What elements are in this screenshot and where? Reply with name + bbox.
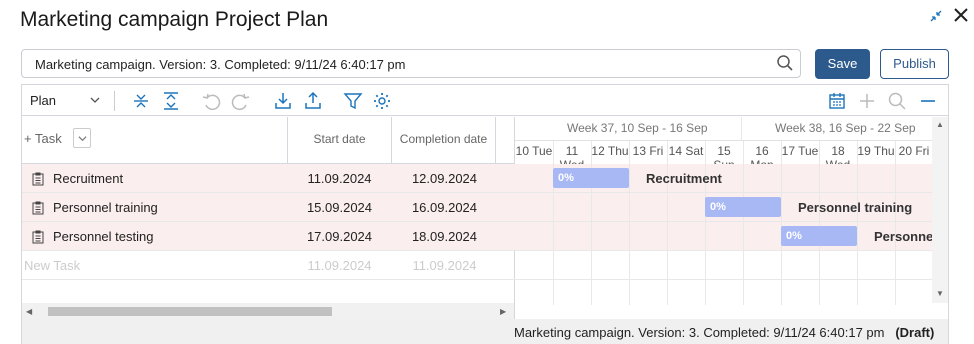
- gantt-bar[interactable]: 0%: [781, 226, 857, 246]
- task-icon: [32, 172, 44, 186]
- day-header: 19 Thu: [857, 144, 895, 158]
- task-completion-date[interactable]: 18.09.2024: [392, 229, 497, 244]
- zoom-in-icon[interactable]: [857, 91, 877, 111]
- gantt-bar[interactable]: 0%: [705, 197, 781, 217]
- day-header: 20 Fri: [898, 144, 930, 158]
- add-task-dropdown[interactable]: [73, 128, 91, 148]
- column-header-start[interactable]: Start date: [288, 132, 391, 146]
- day-gridline: [629, 141, 630, 305]
- column-header-completion[interactable]: Completion date: [392, 132, 495, 146]
- horizontal-scrollbar[interactable]: ◀ ▶: [22, 303, 514, 319]
- close-icon[interactable]: [952, 6, 970, 24]
- new-task-start-date[interactable]: 11.09.2024: [287, 258, 392, 273]
- zoom-out-icon[interactable]: [918, 91, 938, 111]
- day-header: 14 Sat: [668, 144, 704, 158]
- gantt-bar[interactable]: 0%: [553, 168, 629, 188]
- day-gridline: [591, 141, 592, 305]
- header-divider: [515, 140, 933, 141]
- day-gridline: [819, 141, 820, 305]
- view-select[interactable]: Plan: [30, 93, 56, 108]
- task-start-date[interactable]: 11.09.2024: [287, 171, 392, 186]
- task-start-date[interactable]: 15.09.2024: [287, 200, 392, 215]
- day-header: 13 Fri: [632, 144, 664, 158]
- gantt-bar-label: Personnel training: [798, 200, 913, 215]
- page-title: Marketing campaign Project Plan: [20, 8, 329, 31]
- day-header: 12 Thu: [591, 144, 629, 158]
- search-icon[interactable]: [887, 91, 907, 111]
- export-icon[interactable]: [303, 91, 323, 111]
- day-gridline: [705, 141, 706, 305]
- undo-icon[interactable]: [201, 91, 221, 111]
- search-input[interactable]: Marketing campaign. Version: 3. Complete…: [21, 49, 801, 78]
- scroll-right-arrow[interactable]: ▶: [500, 307, 506, 316]
- week-header: Week 38, 16 Sep - 22 Sep: [775, 121, 916, 135]
- chevron-down-icon: [78, 136, 87, 142]
- day-gridline: [895, 141, 896, 305]
- search-icon[interactable]: [776, 54, 794, 72]
- task-start-date[interactable]: 17.09.2024: [287, 229, 392, 244]
- day-header: 17 Tue: [781, 144, 819, 158]
- day-gridline: [857, 141, 858, 305]
- task-completion-date[interactable]: 16.09.2024: [392, 200, 497, 215]
- day-gridline: [553, 141, 554, 305]
- vertical-scrollbar[interactable]: ▲ ▼: [932, 117, 948, 303]
- scroll-up-arrow[interactable]: ▲: [936, 120, 944, 129]
- scrollbar-thumb[interactable]: [48, 307, 332, 316]
- redo-icon[interactable]: [231, 91, 251, 111]
- task-icon: [32, 201, 44, 215]
- gear-icon[interactable]: [372, 91, 392, 111]
- toolbar: Plan: [22, 85, 948, 116]
- new-task-name[interactable]: New Task: [24, 258, 80, 273]
- save-button[interactable]: Save: [815, 49, 870, 79]
- task-name[interactable]: Recruitment: [53, 171, 123, 186]
- gantt-frame: Plan + Task Start date Completion date W…: [21, 84, 949, 344]
- day-header: 10 Tue: [515, 144, 553, 158]
- status-text: Marketing campaign. Version: 3. Complete…: [514, 325, 935, 340]
- scroll-left-arrow[interactable]: ◀: [26, 307, 32, 316]
- expand-rows-icon[interactable]: [161, 91, 181, 111]
- collapse-rows-icon[interactable]: [131, 91, 151, 111]
- collapse-icon[interactable]: [928, 8, 944, 24]
- task-completion-date[interactable]: 12.09.2024: [392, 171, 497, 186]
- scroll-down-arrow[interactable]: ▼: [936, 289, 944, 298]
- column-divider[interactable]: [495, 117, 496, 164]
- filter-icon[interactable]: [343, 91, 363, 111]
- week-divider: [741, 117, 742, 141]
- calendar-icon[interactable]: [827, 91, 847, 111]
- day-gridline: [781, 141, 782, 305]
- new-task-row[interactable]: New Task 11.09.2024 11.09.2024: [22, 251, 948, 280]
- day-gridline: [743, 141, 744, 305]
- toolbar-divider: [114, 91, 115, 111]
- import-icon[interactable]: [273, 91, 293, 111]
- publish-button[interactable]: Publish: [880, 49, 949, 79]
- chevron-down-icon[interactable]: [90, 95, 100, 105]
- task-icon: [32, 230, 44, 244]
- table-row[interactable]: Recruitment 11.09.2024 12.09.2024: [22, 164, 948, 193]
- week-header: Week 37, 10 Sep - 16 Sep: [567, 121, 708, 135]
- task-name[interactable]: Personnel testing: [53, 229, 153, 244]
- gantt-bar-label: Recruitment: [646, 171, 722, 186]
- day-gridline: [667, 141, 668, 305]
- task-name[interactable]: Personnel training: [53, 200, 158, 215]
- status-bar: Marketing campaign. Version: 3. Complete…: [22, 319, 948, 344]
- add-task-button[interactable]: + Task: [24, 131, 62, 146]
- new-task-completion-date[interactable]: 11.09.2024: [392, 258, 497, 273]
- status-state: (Draft): [895, 325, 935, 340]
